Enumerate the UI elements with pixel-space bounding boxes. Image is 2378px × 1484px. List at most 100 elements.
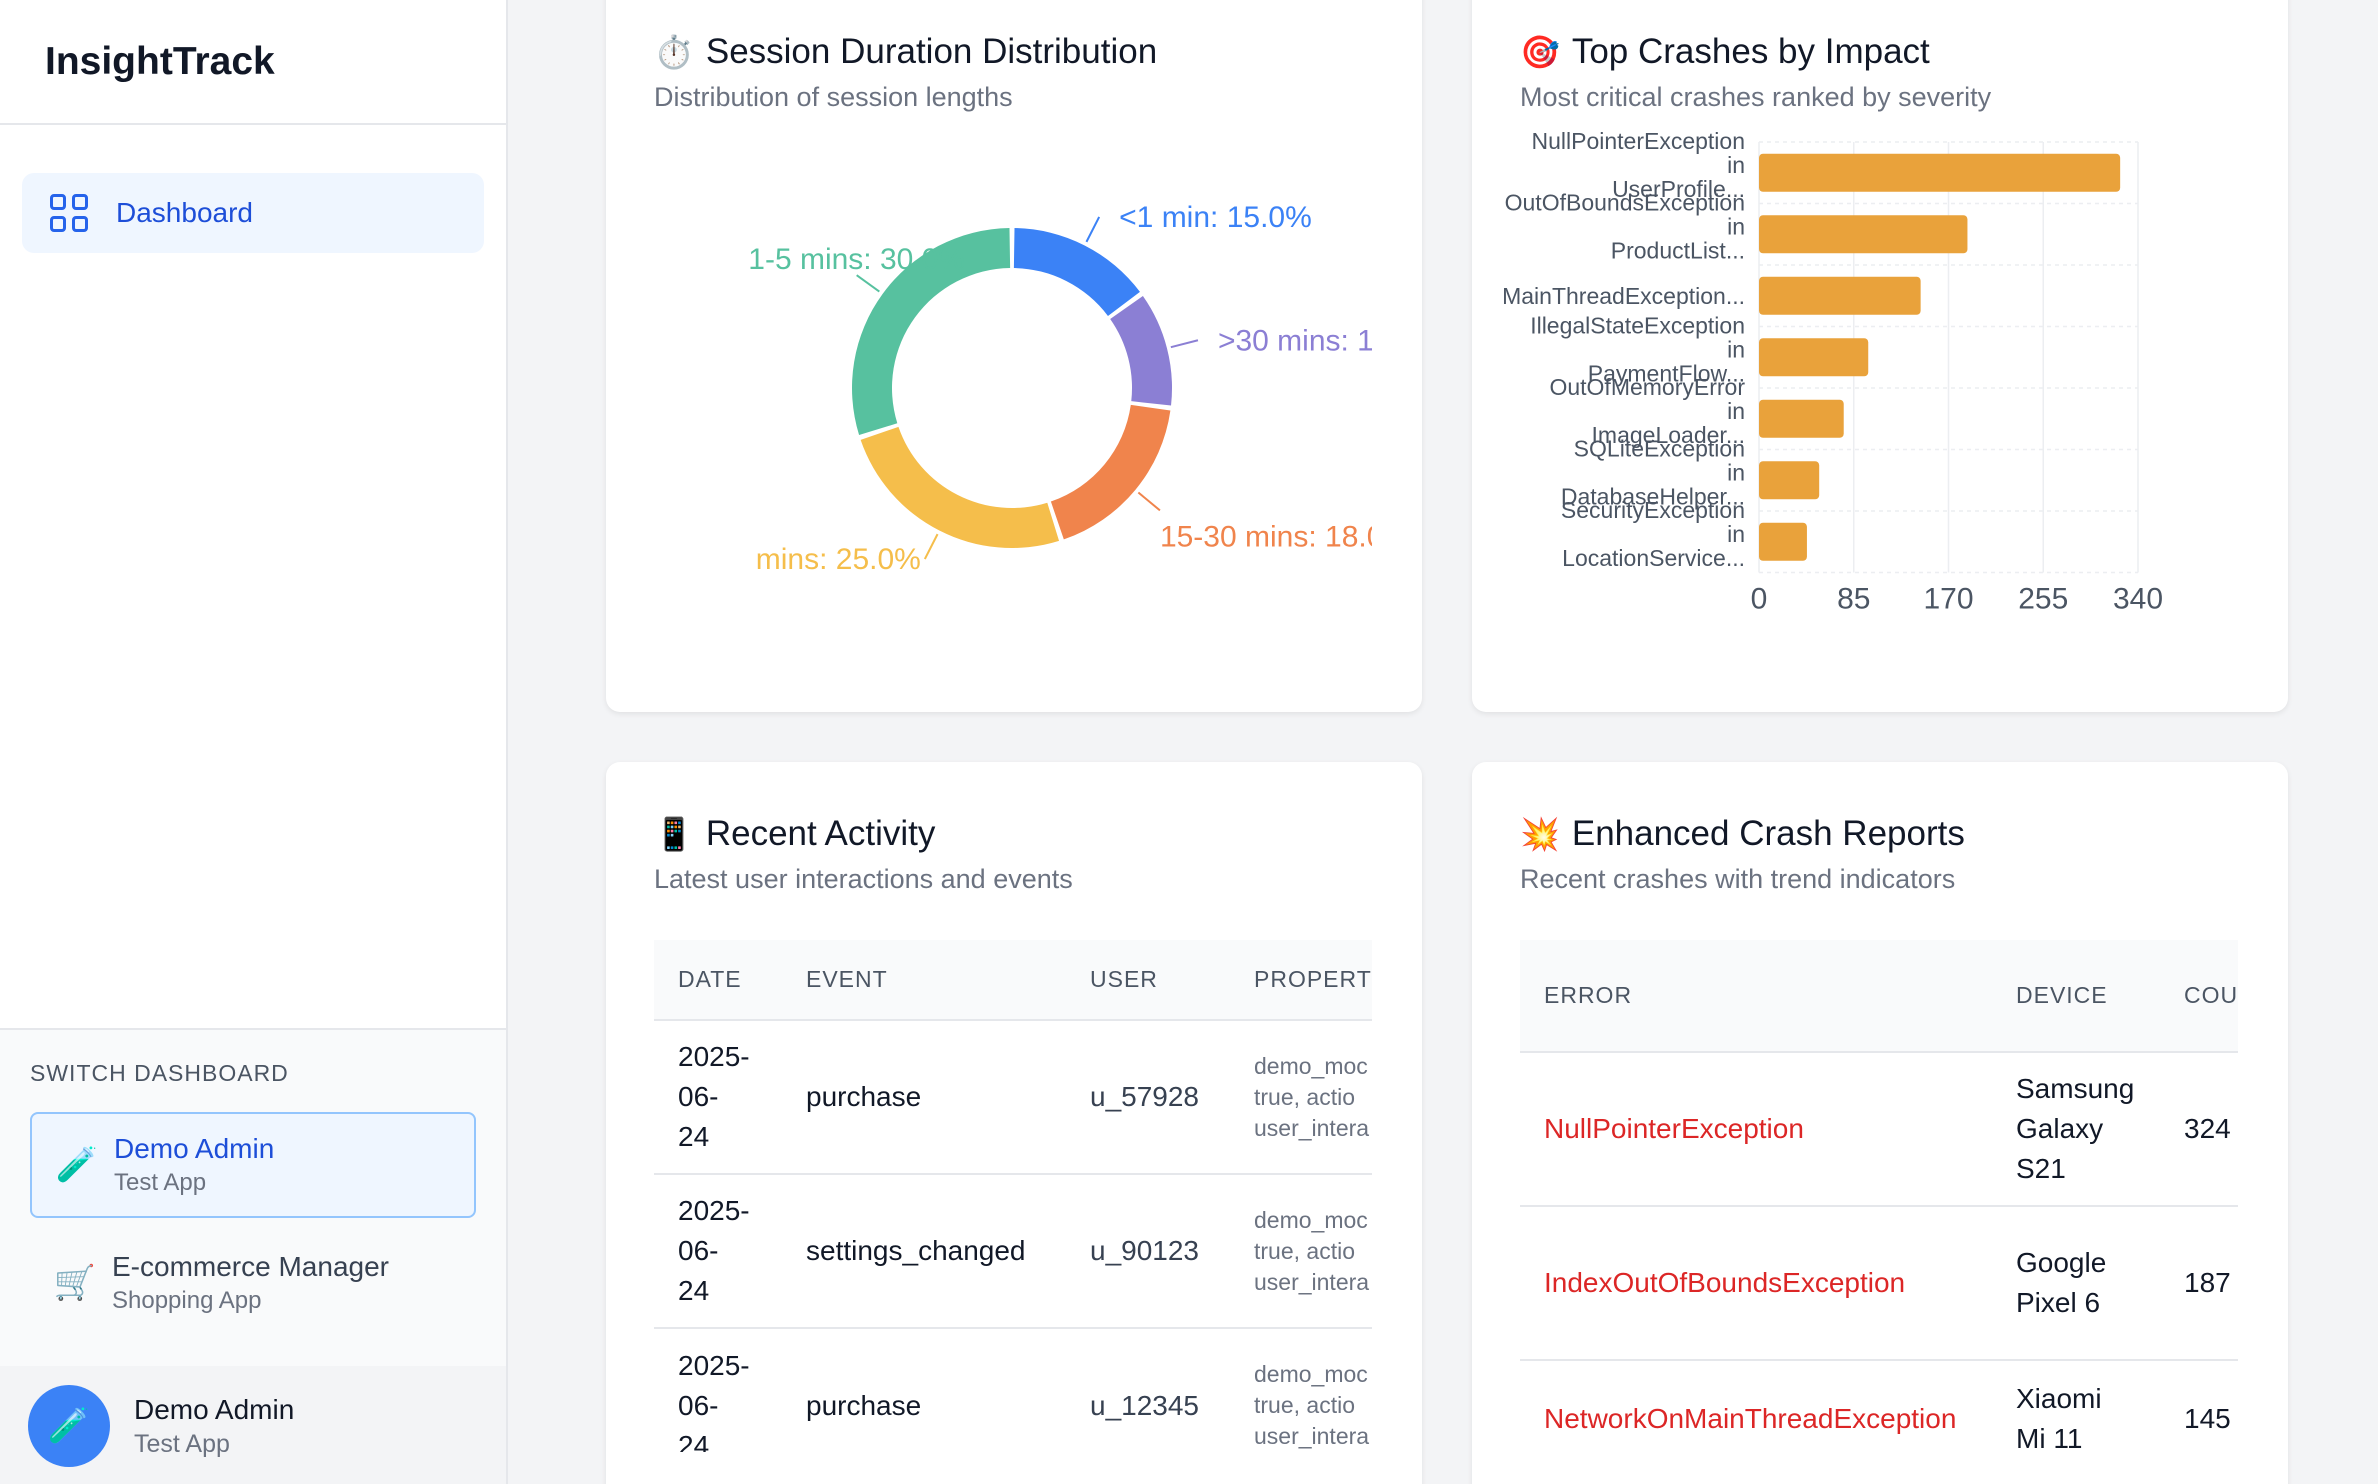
col-event[interactable]: EVENT (782, 940, 1066, 1020)
props-line: user_intera (1254, 1423, 1370, 1449)
table-row[interactable]: IndexOutOfBoundsException Google Pixel 6… (1520, 1205, 2238, 1360)
donut-chart-area: <1 min: 15.0% >30 mins: 12 15-30 mins: 18.… (654, 130, 1372, 630)
properties-cell: demo_moc true, actio user_intera (1230, 1019, 1372, 1174)
crash-bar[interactable] (1759, 276, 1921, 315)
y-tick-label: SQLiteException (1574, 435, 1745, 461)
date-cell: 2025- 06- 24 (654, 1173, 782, 1328)
x-tick-label: 255 (2018, 583, 2068, 616)
col-date[interactable]: DATE (654, 940, 782, 1020)
donut-leader-line (1170, 339, 1199, 349)
target-icon: 🎯 (1520, 34, 1560, 70)
error-cell[interactable]: NetworkOnMainThreadException (1520, 1359, 1992, 1476)
props-line: true, actio (1254, 1083, 1355, 1110)
sidebar: InsightTrack Dashboard SWITCH DASHBOARD … (0, 0, 508, 1484)
date-part: 2025- (678, 1195, 750, 1226)
crash-bar-chart: 0 85 170 255 340NullPointerExceptioninUserPr… (1502, 130, 2163, 616)
user-cell: u_57928 (1066, 1019, 1230, 1174)
user-name: Demo Admin (134, 1394, 295, 1425)
y-tick-label: OutOfMemoryError (1549, 374, 1745, 400)
user-profile[interactable]: 🧪 Demo Admin Test App (0, 1366, 506, 1484)
date-part: 24 (678, 1121, 710, 1152)
count-cell: 187 (2160, 1205, 2238, 1360)
table-row[interactable]: 2025- 06- 24 purchase u_57928 demo_moc t… (654, 1019, 1372, 1174)
properties-cell: demo_moc true, actio user_intera (1230, 1173, 1372, 1328)
recent-activity-card: 📱 Recent Activity Latest user interactio… (606, 762, 1422, 1484)
device-part: Samsung (2016, 1073, 2135, 1104)
x-tick-label: 0 (1751, 583, 1768, 616)
donut-slice[interactable] (1013, 228, 1140, 316)
crash-bar[interactable] (1759, 215, 1968, 254)
date-part: 06- (678, 1081, 719, 1112)
device-part: Google (2016, 1247, 2107, 1278)
props-line: user_intera (1254, 1268, 1370, 1295)
card-title: ⏱️ Session Duration Distribution (654, 32, 1157, 72)
cart-icon: 🛒 (53, 1264, 97, 1302)
col-error[interactable]: ERROR (1520, 940, 1992, 1052)
crash-bar[interactable] (1759, 153, 2121, 192)
props-line: user_intera (1254, 1114, 1370, 1141)
card-subtitle: Latest user interactions and events (654, 864, 1073, 894)
collision-icon: 💥 (1520, 816, 1560, 852)
props-line: demo_moc (1254, 1052, 1368, 1079)
donut-label: <1 min: 15.0% (1119, 201, 1312, 234)
date-cell: 2025- 06- 24 (654, 1327, 782, 1452)
device-cell: Samsung Galaxy S21 (1992, 1051, 2160, 1206)
x-tick-label: 85 (1837, 583, 1870, 616)
date-part: 06- (678, 1389, 719, 1421)
donut-chart: <1 min: 15.0% >30 mins: 12 15-30 mins: 18.… (748, 201, 1372, 576)
count-cell: 324 (2160, 1051, 2238, 1206)
y-tick-label: LocationService... (1562, 545, 1745, 571)
properties-cell: demo_moc true, actio user_intera (1230, 1327, 1372, 1452)
main-content: ⏱️ Session Duration Distribution Distrib… (558, 0, 2378, 1484)
donut-label: >30 mins: 12 (1218, 324, 1372, 357)
table-row[interactable]: 2025- 06- 24 purchase u_12345 demo_moc t… (654, 1327, 1372, 1452)
col-properties[interactable]: PROPERTI (1230, 940, 1372, 1020)
card-title: 💥 Enhanced Crash Reports (1520, 814, 1965, 854)
props-line: demo_moc (1254, 1206, 1368, 1233)
y-tick-label: NullPointerException (1531, 130, 1745, 154)
error-cell[interactable]: IndexOutOfBoundsException (1520, 1205, 1992, 1360)
date-part: 06- (678, 1235, 719, 1266)
y-tick-label: SecurityException (1561, 497, 1745, 523)
crash-bar[interactable] (1759, 399, 1844, 438)
props-line: true, actio (1254, 1392, 1355, 1418)
donut-label: mins: 25.0% (756, 543, 921, 576)
crash-bar[interactable] (1759, 338, 1869, 377)
card-title-text: Top Crashes by Impact (1571, 32, 1930, 71)
error-cell[interactable]: NullPointerException (1520, 1051, 1992, 1206)
table-row[interactable]: NetworkOnMainThreadException Xiaomi Mi 1… (1520, 1359, 2238, 1476)
y-tick-label: in (1727, 213, 1745, 239)
table-row[interactable]: NullPointerException Samsung Galaxy S21 … (1520, 1051, 2238, 1206)
dashboard-option-ecommerce[interactable]: 🛒 E-commerce Manager Shopping App (30, 1230, 476, 1336)
stopwatch-icon: ⏱️ (654, 34, 694, 70)
donut-label: 1-5 mins: 30.0% (748, 243, 965, 276)
y-tick-label: ProductList... (1611, 237, 1745, 263)
col-user[interactable]: USER (1066, 940, 1230, 1020)
session-duration-card: ⏱️ Session Duration Distribution Distrib… (606, 0, 1422, 712)
device-part: Mi 11 (2016, 1422, 2083, 1454)
dashboard-option-demo-admin[interactable]: 🧪 Demo Admin Test App (30, 1112, 476, 1218)
donut-leader-line (923, 533, 939, 560)
dashboard-app: Shopping App (112, 1287, 262, 1314)
crash-bar[interactable] (1759, 461, 1820, 500)
user-cell: u_90123 (1066, 1173, 1230, 1328)
donut-slice[interactable] (1050, 404, 1171, 540)
table-row[interactable]: 2025- 06- 24 settings_changed u_90123 de… (654, 1173, 1372, 1328)
col-count[interactable]: COU (2160, 940, 2238, 1052)
col-device[interactable]: DEVICE (1992, 940, 2160, 1052)
donut-slice[interactable] (860, 426, 1060, 548)
donut-leader-line (856, 274, 880, 293)
crash-bar[interactable] (1759, 522, 1807, 561)
x-tick-label: 170 (1923, 583, 1973, 616)
crash-reports-card: 💥 Enhanced Crash Reports Recent crashes … (1472, 762, 2288, 1484)
card-title-text: Recent Activity (705, 814, 936, 853)
donut-slice[interactable] (1110, 295, 1172, 406)
card-title: 🎯 Top Crashes by Impact (1520, 32, 1930, 72)
dashboard-name: E-commerce Manager (112, 1251, 389, 1282)
sidebar-item-dashboard[interactable]: Dashboard (22, 173, 484, 253)
dashboard-app: Test App (114, 1169, 207, 1196)
y-tick-label: in (1727, 459, 1745, 485)
dashboard-switcher: SWITCH DASHBOARD 🧪 Demo Admin Test App 🛒… (0, 1028, 506, 1484)
date-part: 2025- (678, 1041, 750, 1072)
date-part: 24 (678, 1275, 710, 1306)
